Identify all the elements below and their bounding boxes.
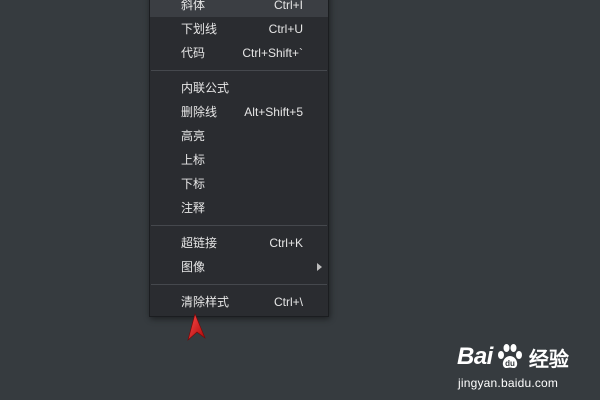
watermark-jingyan-text: 经验 — [528, 346, 569, 371]
menu-item-hyperlink[interactable]: 超链接 Ctrl+K — [150, 231, 328, 255]
menu-item-label: 代码 — [181, 46, 206, 60]
chevron-right-icon — [317, 263, 322, 271]
menu-separator — [151, 70, 327, 71]
menu-separator — [151, 225, 327, 226]
red-arrow-pointer-icon — [187, 313, 206, 341]
menu-item-strikethrough[interactable]: 删除线 Alt+Shift+5 — [150, 100, 328, 124]
menu-item-inline-formula[interactable]: 内联公式 — [150, 76, 328, 100]
menu-item-label: 超链接 — [181, 236, 218, 250]
paw-icon: du — [497, 344, 522, 369]
menu-item-shortcut: Ctrl+Shift+` — [242, 46, 303, 60]
watermark-brand-text: Bai — [457, 343, 493, 370]
menu-item-label: 内联公式 — [181, 81, 230, 95]
menu-item-image[interactable]: 图像 — [150, 255, 328, 279]
menu-item-comment[interactable]: 注释 — [150, 196, 328, 220]
menu-item-label: 注释 — [181, 201, 206, 215]
menu-item-shortcut: Ctrl+\ — [273, 295, 303, 309]
menu-item-highlight[interactable]: 高亮 — [150, 124, 328, 148]
menu-item-shortcut: Ctrl+I — [273, 0, 303, 12]
menu-separator — [151, 284, 327, 285]
menu-item-clear-style[interactable]: 清除样式 Ctrl+\ — [150, 290, 328, 314]
menu-item-label: 斜体 — [181, 0, 206, 12]
menu-item-label: 删除线 — [181, 105, 218, 119]
menu-item-shortcut: Ctrl+U — [268, 22, 303, 36]
menu-item-code[interactable]: 代码 Ctrl+Shift+` — [150, 41, 328, 65]
watermark-logo: Bai du 经验 — [457, 340, 569, 374]
menu-item-label: 图像 — [181, 260, 206, 274]
menu-item-underline[interactable]: 下划线 Ctrl+U — [150, 17, 328, 41]
baidu-jingyan-watermark: Bai du 经验 jingyan.baidu.com — [455, 340, 595, 395]
svg-text:du: du — [505, 359, 515, 368]
context-menu: 斜体 Ctrl+I 下划线 Ctrl+U 代码 Ctrl+Shift+` 内联公… — [149, 0, 329, 317]
menu-item-label: 上标 — [181, 153, 206, 167]
menu-item-label: 下划线 — [181, 22, 218, 36]
menu-item-label: 下标 — [181, 177, 206, 191]
menu-item-subscript[interactable]: 下标 — [150, 172, 328, 196]
menu-item-label: 高亮 — [181, 129, 206, 143]
menu-item-label: 清除样式 — [181, 295, 230, 309]
menu-item-superscript[interactable]: 上标 — [150, 148, 328, 172]
menu-item-shortcut: Ctrl+K — [269, 236, 303, 250]
menu-item-shortcut: Alt+Shift+5 — [244, 105, 303, 119]
watermark-url: jingyan.baidu.com — [458, 376, 559, 390]
menu-item-italic[interactable]: 斜体 Ctrl+I — [150, 0, 328, 17]
